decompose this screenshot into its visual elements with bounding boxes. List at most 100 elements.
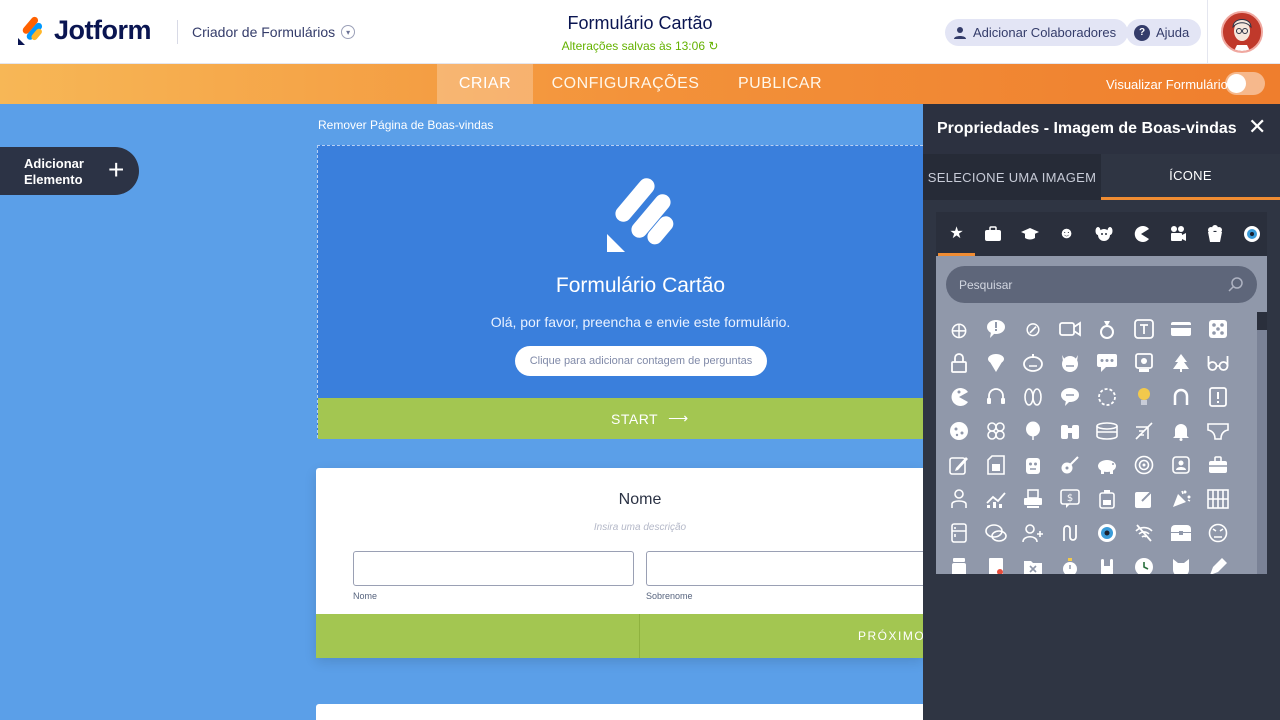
add-collaborators-button[interactable]: Adicionar Colaboradores	[945, 19, 1129, 46]
last-name-input[interactable]	[646, 551, 936, 586]
money-bubble-icon[interactable]: $	[1053, 482, 1087, 516]
fridge-icon[interactable]	[942, 516, 976, 550]
ice-cream-icon[interactable]	[979, 346, 1013, 380]
abacus-icon[interactable]	[1201, 482, 1235, 516]
devil-face-icon[interactable]	[1053, 346, 1087, 380]
chat-dots-icon[interactable]	[1090, 346, 1124, 380]
diaper-icon[interactable]	[1201, 414, 1235, 448]
add-element-button[interactable]: Adicionar Elemento +	[0, 147, 139, 195]
search-icon[interactable]	[1227, 275, 1245, 293]
welcome-page-card[interactable]: Formulário Cartão Olá, por favor, preenc…	[317, 145, 924, 439]
lock-icon[interactable]	[942, 346, 976, 380]
tab-settings[interactable]: CONFIGURAÇÕES	[543, 64, 708, 104]
help-button[interactable]: ? Ajuda	[1126, 19, 1202, 46]
name-question-card[interactable]: Nome Insira uma descrição Nome Sobrenome…	[316, 468, 936, 658]
sim-card-icon[interactable]	[979, 448, 1013, 482]
dog-category-icon[interactable]	[1085, 212, 1122, 256]
remove-welcome-page-link[interactable]: Remover Página de Boas-vindas	[318, 118, 493, 132]
chart-growth-icon[interactable]	[979, 482, 1013, 516]
star-category-icon[interactable]: ★	[938, 212, 975, 256]
angry-face-icon[interactable]	[1201, 516, 1235, 550]
printer-icon[interactable]	[1016, 482, 1050, 516]
first-name-input[interactable]	[353, 551, 634, 586]
no-pencil-icon[interactable]: ⊘	[1016, 312, 1050, 346]
battery-icon[interactable]	[1090, 482, 1124, 516]
ring-icon[interactable]	[1090, 312, 1124, 346]
graduation-cap-category-icon[interactable]	[1011, 212, 1048, 256]
headset-icon[interactable]	[979, 380, 1013, 414]
pumpkin-icon[interactable]	[1016, 346, 1050, 380]
webcam-icon[interactable]	[1127, 346, 1161, 380]
briefcase-category-icon[interactable]	[974, 212, 1011, 256]
speech-bubble-icon[interactable]	[1053, 380, 1087, 414]
magnet-icon[interactable]	[1053, 516, 1087, 550]
text-tool-icon[interactable]	[1127, 312, 1161, 346]
chat-bubbles-icon[interactable]	[979, 516, 1013, 550]
builder-dropdown[interactable]: Criador de Formulários ▾	[192, 24, 356, 40]
balloon-icon[interactable]	[1016, 414, 1050, 448]
add-user-icon[interactable]	[1016, 516, 1050, 550]
tree-icon[interactable]	[1164, 346, 1198, 380]
exclamation-bubble-icon[interactable]	[979, 312, 1013, 346]
pipe-icon[interactable]: 🜨	[942, 312, 976, 346]
clock-icon[interactable]	[1127, 550, 1161, 574]
drum-icon[interactable]	[1090, 414, 1124, 448]
pacman-icon[interactable]	[942, 380, 976, 414]
no-drawing-icon[interactable]	[1127, 414, 1161, 448]
pen-tool-icon[interactable]	[1201, 550, 1235, 574]
movie-camera-category-icon[interactable]	[1159, 212, 1196, 256]
alert-sign-icon[interactable]	[1201, 380, 1235, 414]
question-title[interactable]: Nome	[316, 491, 964, 509]
tab-icon[interactable]: ÍCONE	[1101, 154, 1280, 200]
lightbulb-icon[interactable]	[1127, 380, 1161, 414]
bell-icon[interactable]	[1164, 414, 1198, 448]
document-red-icon[interactable]	[979, 550, 1013, 574]
welcome-image-icon[interactable]	[605, 176, 677, 254]
tab-create[interactable]: CRIAR	[437, 64, 533, 104]
stopwatch-icon[interactable]	[1053, 550, 1087, 574]
rock-hand-icon[interactable]	[1090, 550, 1124, 574]
treasure-chest-icon[interactable]	[1164, 516, 1198, 550]
target-icon[interactable]	[1127, 448, 1161, 482]
start-button[interactable]: START ⟶	[318, 398, 924, 439]
icon-grid-scroll-thumb[interactable]	[1257, 312, 1267, 330]
leaves-icon[interactable]	[1016, 380, 1050, 414]
binoculars-icon[interactable]	[1053, 414, 1087, 448]
welcome-title[interactable]: Formulário Cartão	[318, 274, 963, 298]
smiley-category-icon[interactable]: ☻	[1048, 212, 1085, 256]
party-popper-icon[interactable]	[1164, 482, 1198, 516]
icon-search-input[interactable]: Pesquisar	[946, 266, 1257, 303]
cat-face-icon[interactable]	[1164, 550, 1198, 574]
eye-category-icon[interactable]	[1233, 212, 1267, 256]
no-wifi-icon[interactable]	[1127, 516, 1161, 550]
guitar-icon[interactable]	[1053, 448, 1087, 482]
avatar[interactable]	[1221, 11, 1263, 53]
power-icon[interactable]	[1090, 380, 1124, 414]
clover-icon[interactable]	[979, 414, 1013, 448]
preview-toggle[interactable]	[1225, 72, 1265, 95]
welcome-description[interactable]: Olá, por favor, preencha e envie este fo…	[318, 314, 963, 330]
cookie-icon[interactable]	[942, 414, 976, 448]
pacman-category-icon[interactable]	[1122, 212, 1159, 256]
question-count-button[interactable]: Clique para adicionar contagem de pergun…	[515, 346, 767, 376]
jotform-logo[interactable]: Jotform	[16, 14, 152, 46]
jar-icon[interactable]	[942, 550, 976, 574]
close-icon[interactable]: ✕	[1248, 116, 1266, 138]
eyeball-icon[interactable]	[1090, 516, 1124, 550]
dice-icon[interactable]	[1201, 312, 1235, 346]
delete-folder-icon[interactable]	[1016, 550, 1050, 574]
id-badge-icon[interactable]	[1164, 448, 1198, 482]
horseshoe-icon[interactable]	[1164, 380, 1198, 414]
edit-icon[interactable]	[942, 448, 976, 482]
next-question-card[interactable]	[316, 704, 923, 720]
icon-grid-scrollbar[interactable]	[1257, 312, 1267, 574]
glasses-icon[interactable]	[1201, 346, 1235, 380]
credit-card-icon[interactable]	[1164, 312, 1198, 346]
video-camera-icon[interactable]	[1053, 312, 1087, 346]
tab-publish[interactable]: PUBLICAR	[725, 64, 835, 104]
popcorn-category-icon[interactable]	[1196, 212, 1233, 256]
next-button[interactable]: PRÓXIMO	[858, 629, 925, 643]
person-icon[interactable]	[942, 482, 976, 516]
robot-face-icon[interactable]	[1016, 448, 1050, 482]
suitcase-icon[interactable]	[1201, 448, 1235, 482]
